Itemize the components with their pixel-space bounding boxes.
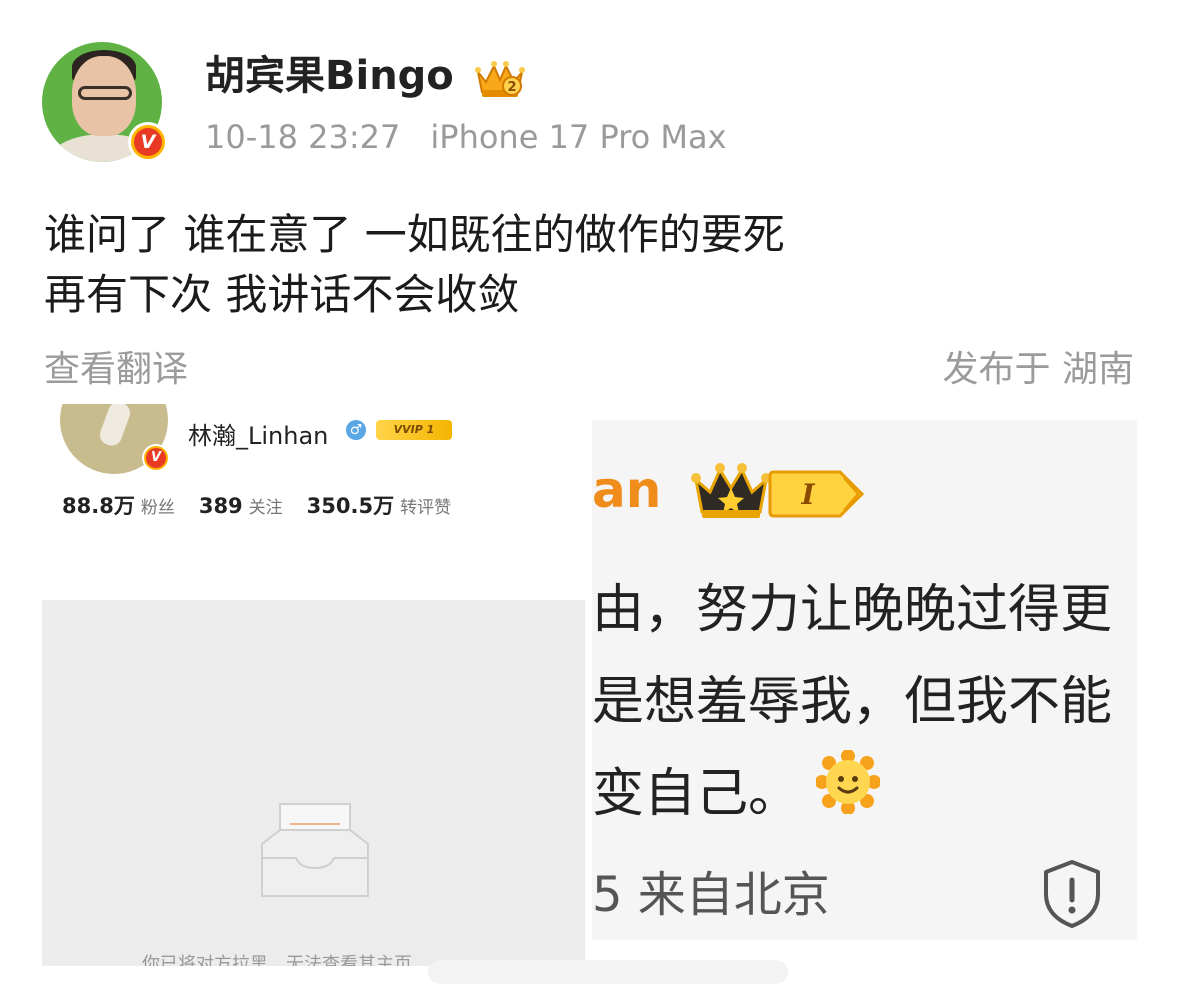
stat-label: 粉丝 [140,498,175,518]
sun-emoji-icon [816,750,880,814]
post-location: 发布于 湖南 [942,349,1134,390]
profile-name: 林瀚_Linhan [188,422,329,450]
stat-value: 88.8万 [62,494,135,518]
attached-image-left[interactable]: V 林瀚_Linhan ♂ VVIP 1 88.8万 粉丝 389 关注 350.5万转… [42,404,585,966]
gender-male-icon: ♂ [346,420,366,440]
author-name[interactable]: 胡宾果Bingo [205,52,454,100]
post-text: 谁问了 谁在意了 一如既往的做作的要死 再有下次 我讲话不会收敛 [44,210,785,319]
post-time: 10-18 23:27 [205,118,401,156]
blocked-caption: 你已将对方拉黑，无法查看其主页 [142,954,412,966]
level-label: I [800,478,815,511]
verified-badge-icon: V [142,444,170,472]
level-badge-icon: I [768,470,864,518]
crown-level: 2 [507,80,516,95]
stat-label: 关注 [248,498,283,518]
post-device: iPhone 17 Pro Max [430,118,727,156]
stat-value: 350.5万 [306,494,395,518]
crown-icon: 2 [475,61,525,97]
profile-stats: 88.8万 粉丝 389 关注 350.5万 转评赞 [62,490,475,520]
empty-box-icon [261,803,369,897]
vvip-icon: VVIP 1 [376,420,452,440]
stat-value: 389 [198,494,243,518]
comment-author-fragment: an [592,461,662,519]
post-meta: 10-18 23:27 iPhone 17 Pro Max [205,117,727,157]
comment-footer: 5 来自北京 [592,867,830,923]
translate-link[interactable]: 查看翻译 [44,348,188,392]
verified-badge-icon: V [128,122,168,162]
crown-icon [691,463,771,518]
blocked-content-area: 你已将对方拉黑，无法查看其主页 [42,600,585,966]
stat-label: 转评赞 [400,498,452,518]
shield-warning-icon[interactable] [1040,858,1104,930]
attached-image-right[interactable]: an I 由，努力让晚晚过得更 是想羞辱我，但我不能 变自己。 5 来自北京 [592,420,1137,940]
image-page-indicator [428,960,788,984]
